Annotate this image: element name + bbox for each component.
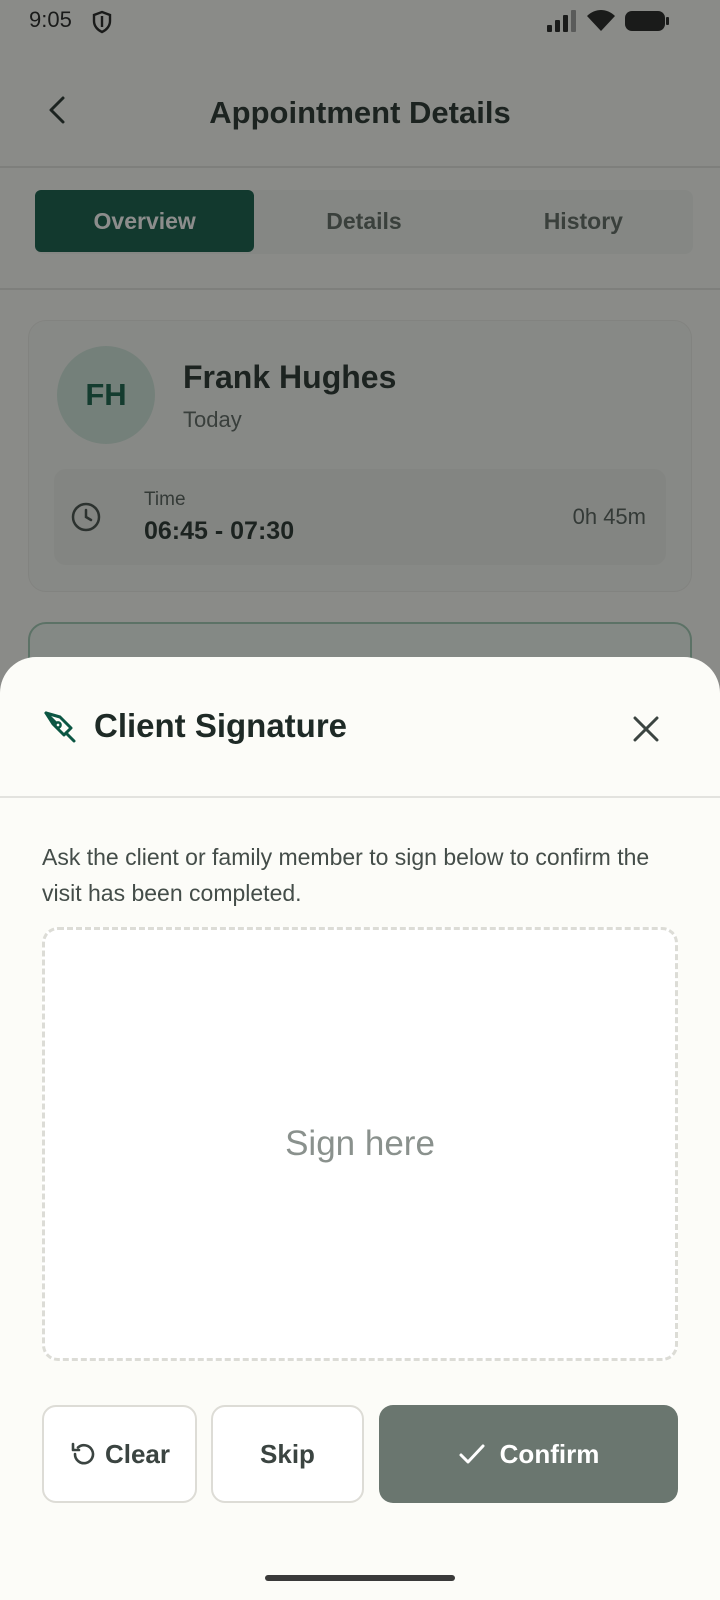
action-bar: Clear Skip Confirm xyxy=(42,1405,678,1503)
pen-icon xyxy=(42,709,78,750)
sheet-header: Client Signature xyxy=(0,657,720,798)
signature-placeholder: Sign here xyxy=(285,1124,435,1163)
check-icon xyxy=(459,1444,485,1464)
clear-button[interactable]: Clear xyxy=(42,1405,197,1503)
signature-pad[interactable]: Sign here xyxy=(42,927,678,1361)
close-button[interactable] xyxy=(624,707,668,751)
sheet-description: Ask the client or family member to sign … xyxy=(42,844,650,906)
home-indicator[interactable] xyxy=(265,1575,455,1581)
skip-button[interactable]: Skip xyxy=(211,1405,364,1503)
signature-sheet: Client Signature Ask the client or famil… xyxy=(0,657,720,1600)
confirm-label: Confirm xyxy=(499,1438,600,1469)
close-icon xyxy=(633,716,659,742)
sheet-title: Client Signature xyxy=(94,707,348,744)
confirm-button[interactable]: Confirm xyxy=(379,1405,678,1503)
clear-label: Clear xyxy=(104,1438,171,1469)
undo-icon xyxy=(71,1442,95,1465)
